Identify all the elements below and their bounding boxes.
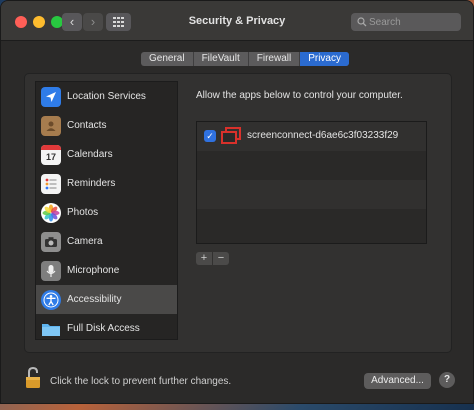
security-privacy-window: ‹ › Security & Privacy General FileV (0, 0, 474, 404)
tab-firewall[interactable]: Firewall (249, 52, 301, 66)
camera-icon (41, 231, 61, 252)
title-bar: ‹ › Security & Privacy (1, 1, 473, 41)
app-name: screenconnect-d6ae6c3f03233f29 (247, 130, 399, 141)
screenconnect-app-icon (221, 127, 241, 144)
tab-bar: General FileVault Firewall Privacy (141, 52, 349, 66)
location-arrow-icon (41, 86, 61, 107)
app-list: ✓ screenconnect-d6ae6c3f03233f29 (196, 121, 427, 244)
checkmark-icon: ✓ (206, 131, 214, 141)
empty-row (197, 180, 426, 209)
sidebar-item-microphone[interactable]: Microphone (36, 256, 177, 285)
sidebar-item-label: Photos (67, 207, 99, 218)
privacy-category-list: Location Services Contacts 17 Calendars (35, 81, 178, 340)
reminders-list-icon (41, 173, 61, 194)
photos-flower-icon (41, 202, 61, 223)
sidebar-item-label: Calendars (67, 149, 113, 160)
sidebar-item-accessibility[interactable]: Accessibility (36, 285, 177, 314)
sidebar-item-calendars[interactable]: 17 Calendars (36, 140, 177, 169)
search-field[interactable] (351, 13, 461, 31)
lock-status-text: Click the lock to prevent further change… (50, 376, 232, 387)
sidebar-item-label: Reminders (67, 178, 116, 189)
sidebar-item-label: Microphone (67, 265, 120, 276)
accessibility-person-icon (41, 289, 61, 310)
contacts-book-icon (41, 115, 61, 136)
microphone-icon (41, 260, 61, 281)
tab-filevault[interactable]: FileVault (194, 52, 249, 66)
sidebar-item-reminders[interactable]: Reminders (36, 169, 177, 198)
folder-icon (41, 319, 61, 339)
empty-row (197, 151, 426, 180)
advanced-button[interactable]: Advanced... (364, 373, 431, 389)
remove-app-button[interactable]: − (213, 252, 229, 265)
add-app-button[interactable]: + (196, 252, 212, 265)
section-heading: Allow the apps below to control your com… (196, 90, 403, 101)
list-item[interactable]: ✓ screenconnect-d6ae6c3f03233f29 (197, 122, 426, 151)
sidebar-item-label: Location Services (67, 91, 146, 102)
sidebar-item-label: Accessibility (67, 294, 122, 305)
empty-row (197, 209, 426, 238)
tab-privacy[interactable]: Privacy (300, 52, 349, 66)
calendar-icon: 17 (41, 144, 61, 165)
sidebar-item-label: Camera (67, 236, 103, 247)
search-input[interactable] (369, 13, 457, 31)
app-enabled-checkbox[interactable]: ✓ (204, 130, 216, 142)
sidebar-item-location-services[interactable]: Location Services (36, 82, 177, 111)
sidebar-item-photos[interactable]: Photos (36, 198, 177, 227)
calendar-day-number: 17 (45, 151, 56, 162)
unlocked-padlock-icon[interactable] (25, 367, 43, 389)
sidebar-item-full-disk-access[interactable]: Full Disk Access (36, 314, 177, 343)
sidebar-item-contacts[interactable]: Contacts (36, 111, 177, 140)
sidebar-item-camera[interactable]: Camera (36, 227, 177, 256)
tab-general[interactable]: General (141, 52, 194, 66)
search-icon (357, 17, 367, 27)
help-button[interactable]: ? (439, 372, 455, 388)
sidebar-item-label: Contacts (67, 120, 107, 131)
sidebar-item-label: Full Disk Access (67, 323, 140, 334)
